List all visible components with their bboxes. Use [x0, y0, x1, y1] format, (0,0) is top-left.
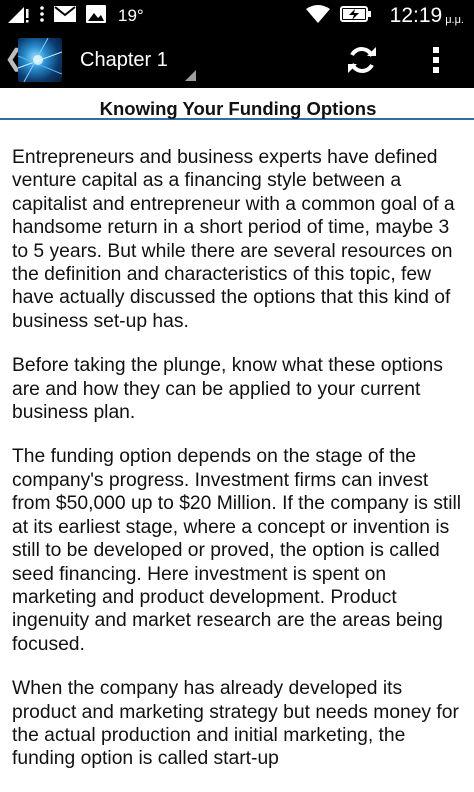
image-icon	[86, 4, 106, 28]
wifi-icon	[305, 4, 330, 28]
article-heading: Knowing Your Funding Options	[99, 98, 377, 119]
article-paragraph: The funding option depends on the stage …	[12, 446, 462, 655]
notification-icons: 19°	[8, 4, 144, 28]
app-logo[interactable]	[18, 38, 62, 82]
chapter-title[interactable]: Chapter 1	[80, 48, 168, 72]
temperature-label: 19°	[118, 6, 144, 25]
article-content: Knowing Your Funding Options Entrepreneu…	[12, 88, 464, 792]
action-bar: ❮ Chapter 1	[0, 32, 474, 120]
battery-charging-icon	[339, 5, 372, 27]
article-paragraph: When the company has already developed i…	[12, 678, 459, 770]
dropdown-indicator-icon[interactable]	[185, 70, 196, 81]
clock-time: 12:19	[389, 4, 443, 27]
refresh-button[interactable]	[344, 42, 380, 78]
system-icons: 12:19 μ.μ.	[305, 4, 464, 28]
article-paragraph: Entrepreneurs and business experts have …	[12, 147, 455, 332]
article-paragraph: Before taking the plunge, know what thes…	[12, 355, 443, 424]
overflow-menu-icon	[433, 47, 439, 73]
refresh-icon	[348, 47, 376, 73]
overflow-menu-button[interactable]	[422, 42, 450, 78]
status-bar: 19° 12:19 μ.μ.	[0, 0, 474, 32]
more-notifications-icon	[40, 5, 44, 27]
mail-icon	[54, 5, 76, 27]
signal-warning-icon	[8, 5, 30, 28]
clock-ampm: μ.μ.	[445, 14, 464, 26]
